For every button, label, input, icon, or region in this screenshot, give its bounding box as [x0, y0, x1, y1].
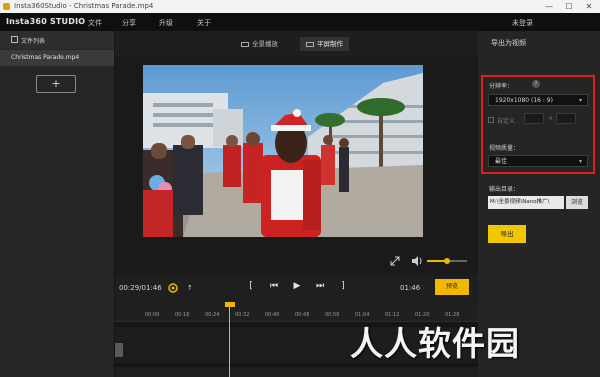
tab-panorama-label: 全景播放 — [252, 40, 278, 48]
next-frame-button[interactable]: ⏭ — [314, 281, 326, 291]
file-list-title: 文件列表 — [21, 38, 46, 45]
volume-icon[interactable] — [411, 255, 423, 267]
app-logo: Insta360 STUDIO — [6, 17, 86, 26]
tab-flat-edit[interactable]: 平屏制作 — [300, 37, 349, 51]
menu-upgrade[interactable]: 升级 — [159, 18, 173, 28]
marker-button[interactable]: ↑ — [187, 284, 193, 292]
track-resize-handle[interactable] — [115, 343, 123, 357]
play-button[interactable]: ▶ — [291, 281, 303, 291]
tab-panorama-play[interactable]: 全景播放 — [241, 37, 278, 51]
tick-label: 00:32 — [235, 312, 250, 318]
resolution-value: 1920x1080 (16 : 9) — [495, 97, 553, 104]
custom-size-separator: × — [548, 115, 554, 122]
export-button[interactable]: 导出 — [488, 225, 526, 243]
window-title-bar: Insta360Studio - Christmas Parade.mp4 — … — [0, 0, 600, 13]
custom-size-label: 自定义 — [497, 118, 516, 125]
end-time: 01:46 — [400, 284, 421, 292]
custom-height-input[interactable] — [556, 113, 576, 124]
file-panel: 文件列表 Christmas Parade.mp4 + — [0, 31, 115, 377]
view-controls-row — [115, 251, 478, 271]
file-list-item[interactable]: Christmas Parade.mp4 — [0, 50, 114, 66]
window-title: Insta360Studio - Christmas Parade.mp4 — [14, 2, 154, 10]
menu-about[interactable]: 关于 — [197, 18, 211, 28]
file-list-icon — [11, 36, 18, 43]
playhead-line — [229, 307, 230, 377]
timeline-footer — [115, 367, 478, 377]
login-status[interactable]: 未登录 — [512, 18, 533, 28]
tick-label: 00:00 — [145, 312, 160, 318]
tick-label: 01:28 — [445, 312, 460, 318]
quality-value: 最佳 — [495, 158, 508, 165]
output-dir-label: 输出目录： — [489, 186, 520, 193]
menu-bar: Insta360 STUDIO 文件 分享 升级 关于 未登录 — [0, 13, 600, 31]
current-time: 00:29/01:46 — [119, 284, 162, 292]
in-point-button[interactable]: [ — [245, 281, 257, 291]
help-icon[interactable]: ? — [532, 80, 540, 88]
add-file-button[interactable]: + — [36, 75, 76, 93]
tick-label: 01:04 — [355, 312, 370, 318]
file-list-header: 文件列表 — [0, 31, 114, 49]
previous-frame-button[interactable]: ⏮ — [268, 281, 280, 291]
file-name: Christmas Parade.mp4 — [11, 54, 80, 61]
video-preview[interactable] — [143, 65, 423, 237]
tick-label: 01:12 — [385, 312, 400, 318]
tick-label: 01:20 — [415, 312, 430, 318]
export-panel-title: 导出为视频 — [491, 39, 526, 47]
resolution-select[interactable]: 1920x1080 (16 : 9) ▾ — [488, 94, 588, 106]
quality-select[interactable]: 最佳 ▾ — [488, 155, 588, 167]
chevron-down-icon: ▾ — [578, 97, 582, 104]
playhead-handle[interactable] — [225, 302, 235, 307]
tick-label: 00:48 — [295, 312, 310, 318]
tick-label: 00:40 — [265, 312, 280, 318]
panorama-icon — [241, 41, 249, 47]
browse-button[interactable]: 浏览 — [566, 196, 588, 209]
playback-bar: 00:29/01:46 ↑ [ ⏮ ▶ ⏭ ] 01:46 预览 — [115, 276, 478, 300]
volume-slider[interactable] — [427, 257, 467, 265]
quality-label: 视频质量： — [489, 145, 520, 152]
output-path-input[interactable]: M:\全景视频\Nano推广\ — [488, 196, 564, 209]
custom-checkbox[interactable] — [488, 117, 494, 123]
maximize-icon[interactable]: ☐ — [562, 0, 576, 13]
tick-label: 00:56 — [325, 312, 340, 318]
menu-share[interactable]: 分享 — [122, 18, 136, 28]
menu-file[interactable]: 文件 — [88, 18, 102, 28]
chevron-down-icon: ▾ — [578, 158, 582, 165]
custom-width-input[interactable] — [524, 113, 544, 124]
out-point-button[interactable]: ] — [337, 281, 349, 291]
target-icon[interactable] — [167, 282, 179, 294]
preview-area — [115, 56, 478, 251]
flat-screen-icon — [306, 41, 314, 47]
tick-label: 00:24 — [205, 312, 220, 318]
video-frame-image — [143, 65, 423, 237]
timeline-ruler[interactable]: 00:00 00:16 00:24 00:32 00:40 00:48 00:5… — [115, 301, 478, 322]
app-icon — [3, 3, 10, 10]
tab-flat-label: 平屏制作 — [317, 40, 343, 48]
tick-label: 00:16 — [175, 312, 190, 318]
preview-button[interactable]: 预览 — [435, 279, 469, 295]
resolution-label: 分辨率： — [489, 83, 514, 90]
view-tab-bar: 全景播放 平屏制作 — [115, 31, 478, 56]
watermark: 人人软件园 — [350, 324, 520, 363]
minimize-icon[interactable]: — — [542, 0, 556, 13]
close-icon[interactable]: ✕ — [582, 0, 596, 13]
fullscreen-icon[interactable] — [389, 255, 401, 267]
